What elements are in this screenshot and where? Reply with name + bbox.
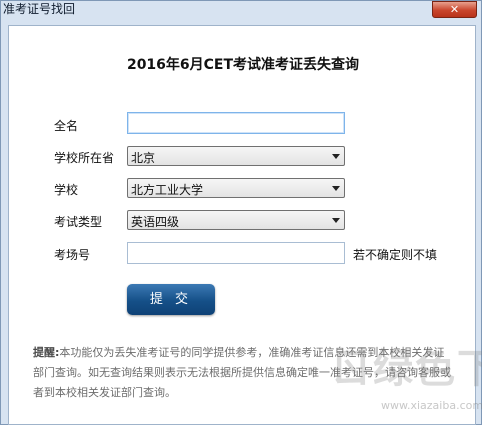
dialog-window: 准考证号找回 ✕ 2016年6月CET考试准考证丢失查询 全名 学校所在省 北京…: [0, 0, 482, 425]
notice-prefix: 提醒:: [33, 346, 60, 359]
exam-type-label: 考试类型: [54, 215, 103, 229]
exam-type-selected-value: 英语四级: [131, 215, 180, 229]
submit-button[interactable]: 提 交: [127, 284, 215, 315]
page-title: 2016年6月CET考试准考证丢失查询: [126, 57, 360, 73]
exam-room-label: 考场号: [54, 248, 91, 262]
window-title: 准考证号找回: [3, 2, 76, 16]
chevron-down-icon: [332, 218, 340, 223]
exam-room-hint: 若不确定则不填: [353, 248, 438, 262]
close-icon: ✕: [449, 3, 460, 16]
exam-room-input[interactable]: [127, 242, 345, 264]
school-label: 学校: [54, 183, 79, 197]
watermark-url: www.xiazaiba.com: [381, 399, 482, 412]
close-button[interactable]: ✕: [432, 1, 477, 18]
province-label: 学校所在省: [54, 151, 115, 165]
fullname-label: 全名: [54, 119, 79, 133]
fullname-input[interactable]: [127, 112, 345, 134]
school-select[interactable]: 北方工业大学: [127, 178, 345, 198]
exam-type-select[interactable]: 英语四级: [127, 210, 345, 230]
school-selected-value: 北方工业大学: [131, 183, 204, 197]
province-select[interactable]: 北京: [127, 146, 345, 166]
watermark-logo: ㄖ绿色下载吧: [331, 346, 482, 392]
chevron-down-icon: [332, 154, 340, 159]
title-bar[interactable]: 准考证号找回 ✕: [1, 1, 481, 18]
province-selected-value: 北京: [131, 151, 156, 165]
chevron-down-icon: [332, 186, 340, 191]
